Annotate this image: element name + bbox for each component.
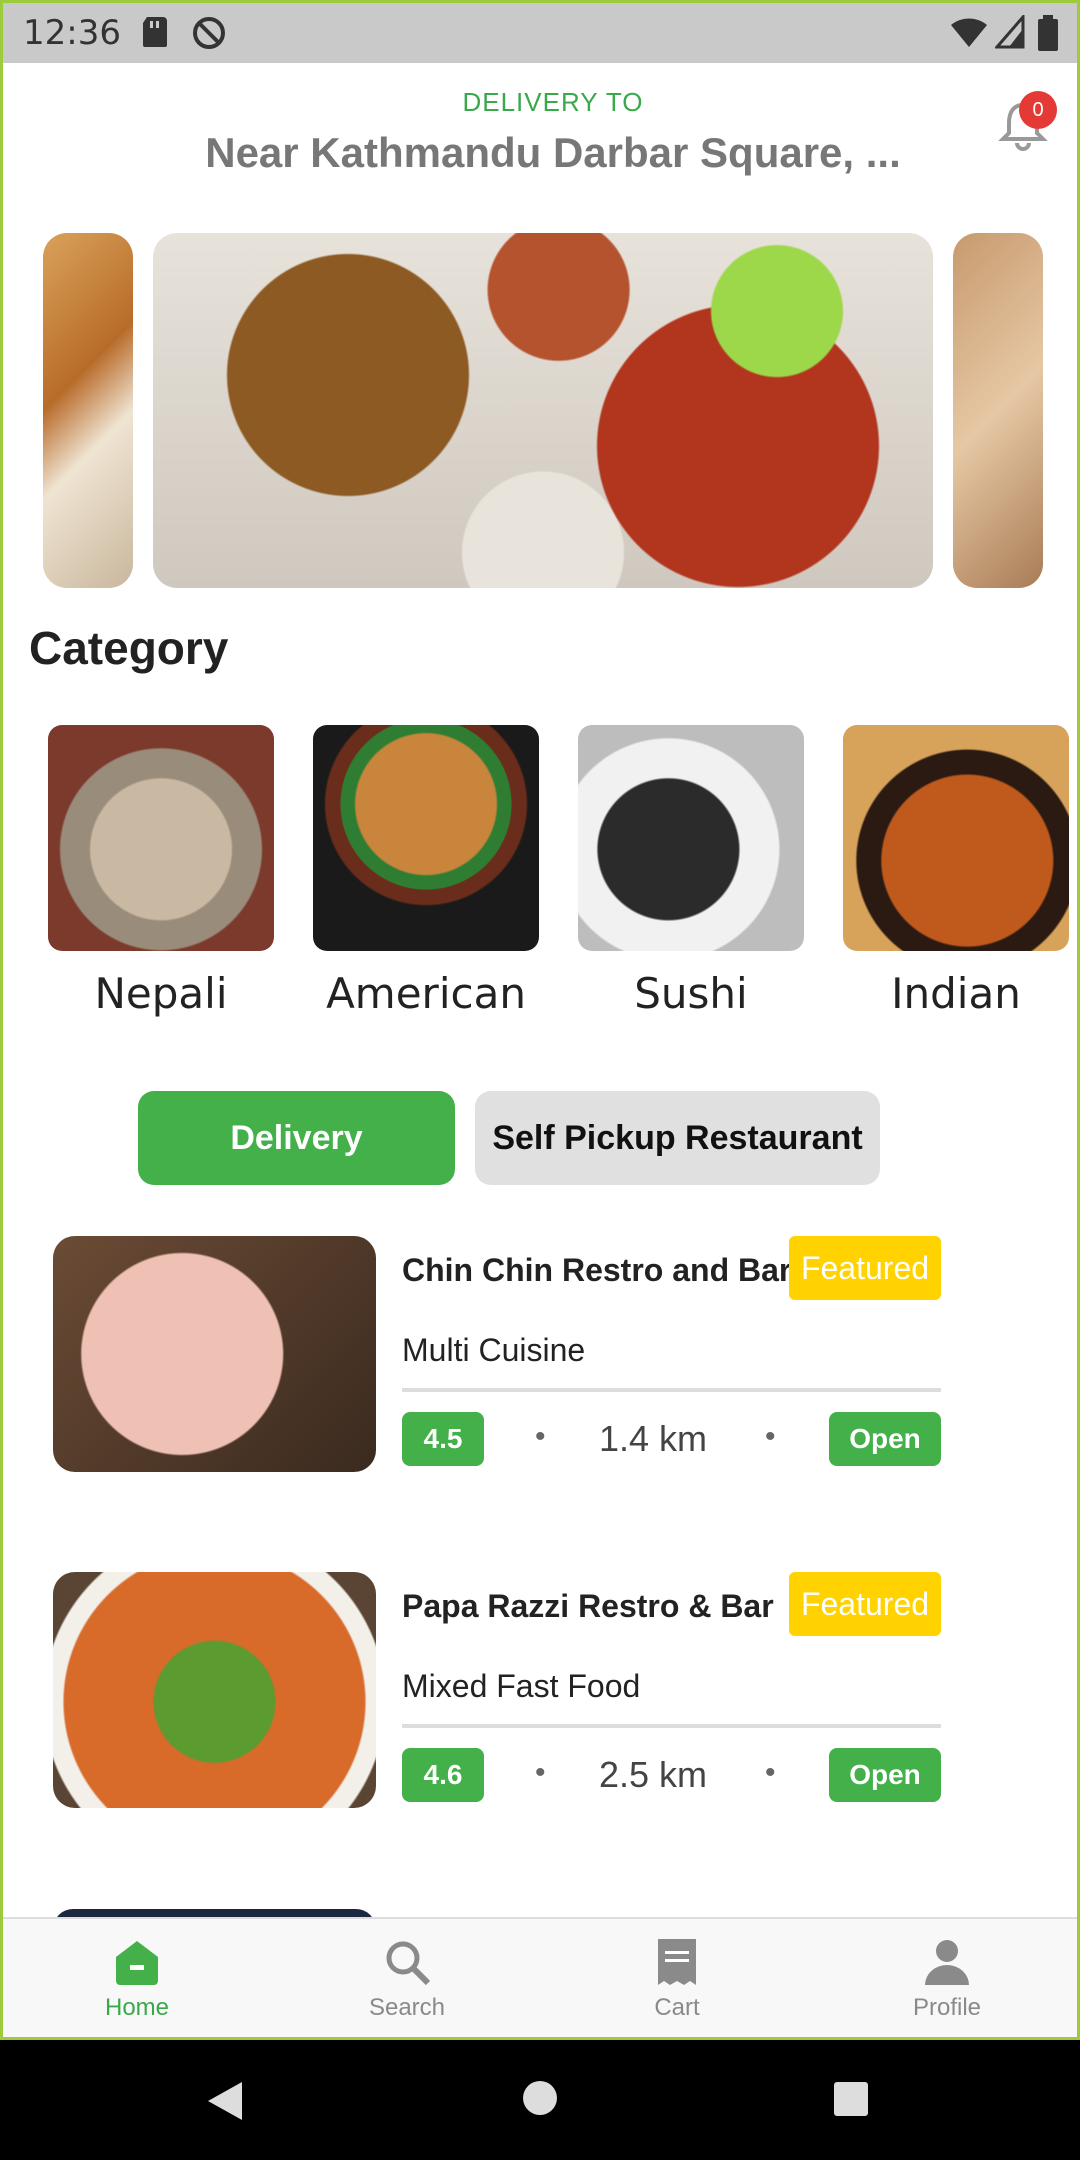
category-image [578, 725, 804, 951]
category-label: Sushi [634, 969, 748, 1018]
category-item-nepali[interactable]: Nepali [48, 725, 274, 1018]
delivery-to-label: DELIVERY TO [462, 87, 644, 117]
category-image [313, 725, 539, 951]
banner-slide-current[interactable] [153, 233, 933, 588]
divider [402, 1388, 941, 1392]
wifi-icon [951, 18, 987, 47]
profile-icon [925, 1940, 969, 1985]
category-item-american[interactable]: American [313, 725, 539, 1018]
nav-label: Search [368, 1994, 446, 2021]
search-icon [386, 1941, 431, 1986]
separator-dot: • [765, 1756, 776, 1789]
separator-dot: • [535, 1756, 546, 1789]
restaurant-distance: 2.5 km [599, 1754, 708, 1795]
banner-slide-next[interactable] [953, 233, 1043, 588]
home-icon [116, 1941, 158, 1985]
restaurant-image [53, 1236, 376, 1472]
category-title: Category [29, 622, 229, 674]
notification-count-badge: 0 [1019, 91, 1057, 129]
bottom-navigation: Home Search Cart Profile [3, 1917, 1077, 2037]
nav-cart[interactable]: Cart [577, 1919, 777, 2037]
divider [402, 1724, 941, 1728]
nav-search[interactable]: Search [307, 1919, 507, 2037]
rating-badge: 4.6 [402, 1748, 484, 1802]
category-label: American [326, 969, 526, 1018]
featured-badge: Featured [789, 1572, 941, 1636]
rating-badge: 4.5 [402, 1412, 484, 1466]
open-status-badge: Open [829, 1748, 941, 1802]
delivery-address[interactable]: Near Kathmandu Darbar Square, ... [3, 129, 1077, 177]
restaurant-card[interactable]: Papa Razzi Restro & Bar Featured Mixed F… [53, 1572, 953, 1812]
status-bar: 12:36 [3, 3, 1077, 63]
home-circle-icon[interactable] [520, 2078, 560, 2118]
recents-icon[interactable] [832, 2080, 870, 2118]
sd-card-icon [143, 17, 167, 47]
category-item-sushi[interactable]: Sushi [578, 725, 804, 1018]
featured-badge: Featured [789, 1236, 941, 1300]
nav-profile[interactable]: Profile [847, 1919, 1047, 2037]
restaurant-card[interactable]: Chin Chin Restro and Bar Featured Multi … [53, 1236, 953, 1476]
open-status-badge: Open [829, 1412, 941, 1466]
app-screen: 12:36 DELIVERY TO Near Kathmandu Darbar … [0, 0, 1080, 2040]
restaurant-distance: 1.4 km [599, 1418, 708, 1459]
nav-label: Home [104, 1994, 170, 2021]
nav-label: Profile [912, 1994, 982, 2021]
sync-off-icon [193, 17, 225, 49]
status-time: 12:36 [23, 13, 121, 53]
battery-icon [1038, 15, 1058, 51]
nav-home[interactable]: Home [37, 1919, 237, 2037]
signal-icon [995, 15, 1025, 49]
banner-slide-prev[interactable] [43, 233, 133, 588]
restaurant-cuisine: Mixed Fast Food [402, 1668, 641, 1704]
category-image [843, 725, 1069, 951]
system-navigation-bar [0, 2040, 1080, 2160]
restaurant-cuisine: Multi Cuisine [402, 1332, 586, 1368]
restaurant-name: Papa Razzi Restro & Bar [402, 1588, 774, 1624]
restaurant-image [53, 1572, 376, 1808]
separator-dot: • [765, 1420, 776, 1453]
delivery-restaurant-button[interactable]: Delivery Restaurant [138, 1091, 455, 1251]
self-pickup-restaurant-button[interactable]: Self Pickup Restaurant [475, 1091, 880, 1185]
category-label: Nepali [94, 969, 228, 1018]
back-icon[interactable] [202, 2078, 248, 2124]
restaurant-name: Chin Chin Restro and Bar [402, 1252, 792, 1288]
category-item-indian[interactable]: Indian [843, 725, 1069, 1018]
category-label: Indian [891, 969, 1021, 1018]
cart-icon [658, 1939, 696, 1985]
nav-label: Cart [654, 1994, 700, 2021]
separator-dot: • [535, 1420, 546, 1453]
category-image [48, 725, 274, 951]
